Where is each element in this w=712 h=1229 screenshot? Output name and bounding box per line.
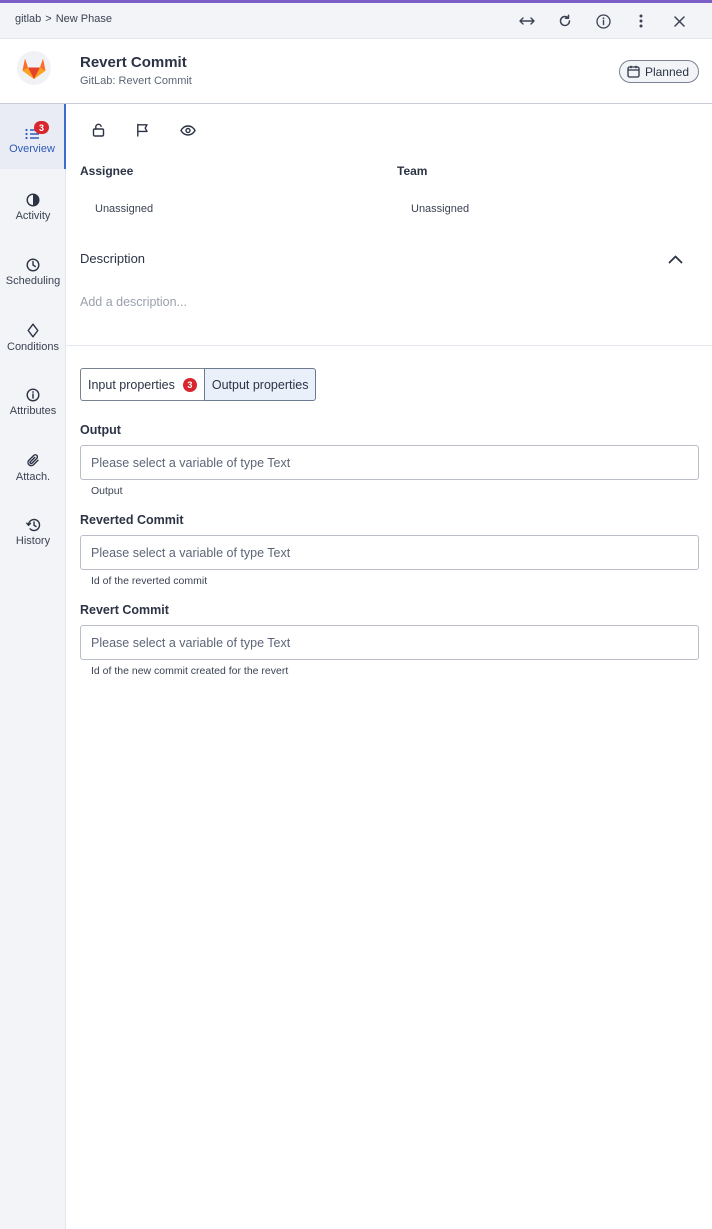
sidebar: 3 Overview Activity Scheduling Condition… [0,104,66,1229]
history-icon [25,518,40,532]
output-variable-input[interactable] [80,445,699,480]
description-title: Description [80,251,146,266]
flag-button[interactable] [126,118,170,142]
tab-label: Input properties [88,377,175,392]
description-input[interactable]: Add a description... [80,295,187,309]
clock-icon [26,258,40,272]
eye-icon [180,124,196,136]
sidebar-item-history[interactable]: History [0,494,66,559]
input-properties-badge: 3 [182,377,197,392]
task-header: Revert Commit GitLab: Revert Commit Plan… [0,40,712,104]
assignee-label: Assignee [80,164,134,178]
sidebar-item-activity[interactable]: Activity [0,169,66,234]
refresh-button[interactable] [546,9,584,33]
sidebar-item-label: Conditions [7,341,59,353]
page-title: Revert Commit [80,54,187,71]
tab-label: Output properties [211,377,309,392]
window-actions [508,9,698,33]
info-icon [26,388,40,402]
info-circle-icon [595,13,611,29]
sidebar-item-label: Overview [9,143,55,155]
tab-output-properties[interactable]: Output properties [203,368,317,401]
revert-commit-label: Revert Commit [80,603,169,617]
team-label: Team [397,164,428,178]
gitlab-logo [17,51,51,85]
team-value[interactable]: Unassigned [411,203,469,215]
flag-icon [137,123,148,137]
assignee-value[interactable]: Unassigned [95,203,153,215]
diamond-icon [27,323,39,338]
sidebar-item-label: Activity [15,210,51,222]
sidebar-item-label: Scheduling [5,275,61,287]
refresh-icon [559,14,571,27]
status-label: Planned [644,64,689,79]
tab-input-properties[interactable]: Input properties 3 [80,368,204,401]
sidebar-item-conditions[interactable]: Conditions [0,299,66,364]
reverted-commit-help-text: Id of the reverted commit [91,575,208,587]
output-label: Output [80,423,121,437]
close-button[interactable] [660,9,698,33]
sidebar-item-label: History [15,535,51,547]
section-divider [66,345,712,346]
reverted-commit-input[interactable] [80,535,699,570]
info-button[interactable] [584,9,622,33]
paperclip-icon [27,454,39,467]
revert-commit-help-text: Id of the new commit created for the rev… [91,665,289,677]
pie-chart-icon [26,193,40,207]
breadcrumb-root[interactable]: gitlab [15,13,41,25]
status-badge[interactable]: Planned [618,60,699,83]
revert-commit-input[interactable] [80,625,699,660]
sidebar-item-scheduling[interactable]: Scheduling [0,234,66,299]
main-panel: Assignee Unassigned Team Unassigned Desc… [66,104,712,1229]
sidebar-item-overview[interactable]: 3 Overview [0,104,66,169]
watch-button[interactable] [170,118,214,142]
task-toolbar [82,118,214,142]
breadcrumb-bar: gitlab > New Phase [0,3,712,39]
calendar-icon [627,65,640,78]
output-help-text: Output [91,485,123,497]
sidebar-item-attachments[interactable]: Attach. [0,429,66,494]
breadcrumb: gitlab > New Phase [15,13,116,25]
expand-width-button[interactable] [508,9,546,33]
gitlab-fox-icon [22,58,46,79]
more-options-button[interactable] [622,9,660,33]
sidebar-item-attributes[interactable]: Attributes [0,364,66,429]
close-icon [673,15,685,27]
chevron-up-icon [668,255,682,263]
properties-tabs: Input properties 3 Output properties [80,368,317,401]
lock-button[interactable] [82,118,126,142]
horizontal-arrows-icon [519,17,535,25]
page-subtitle: GitLab: Revert Commit [80,75,192,87]
breadcrumb-current: New Phase [55,13,112,25]
sidebar-item-label: Attach. [15,471,51,483]
sidebar-item-label: Attributes [9,405,57,417]
kebab-menu-icon [639,14,643,28]
reverted-commit-label: Reverted Commit [80,513,184,527]
description-collapse-button[interactable] [664,250,686,268]
breadcrumb-separator: > [45,13,52,25]
unlock-icon [92,123,105,137]
overview-badge: 3 [34,121,49,134]
